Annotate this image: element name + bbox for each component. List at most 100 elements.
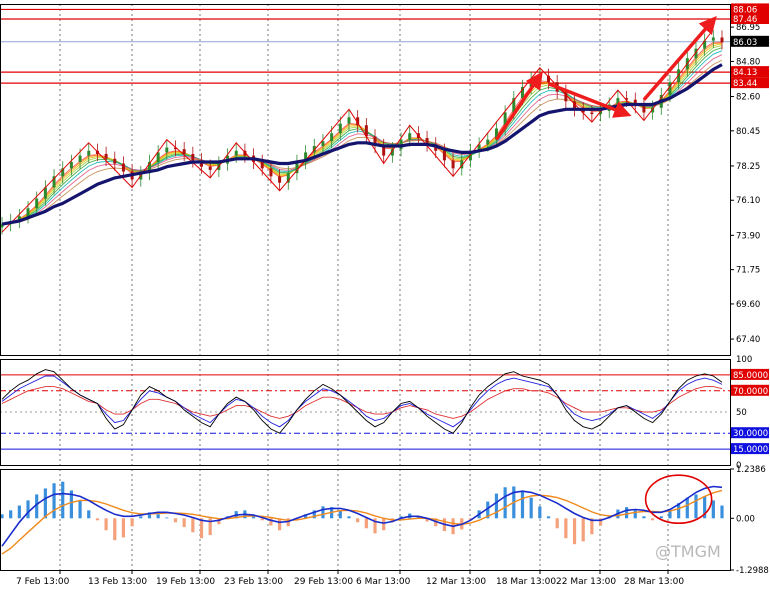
- candle-body: [78, 155, 82, 162]
- macd-histogram-bar: [9, 510, 13, 519]
- macd-histogram-bar: [87, 510, 91, 519]
- x-tick-label: 13 Feb 13:00: [88, 577, 147, 587]
- candle-body: [486, 139, 490, 145]
- macd-histogram-bar: [694, 494, 698, 519]
- macd-histogram-bar: [95, 518, 100, 521]
- candle-body: [35, 198, 39, 209]
- macd-histogram-bar: [43, 488, 47, 519]
- candle-body: [26, 208, 30, 217]
- macd-histogram-bar: [61, 481, 65, 519]
- watermark: @TMGM: [655, 542, 721, 561]
- candle-body: [408, 133, 412, 140]
- macd-histogram-bar: [182, 518, 186, 528]
- macd-histogram-bar: [564, 518, 568, 539]
- chart-window: 86.95 84.80 82.60 80.45 78.25 76.10 73.90 71.75…: [0, 0, 770, 590]
- macd-histogram-bar: [356, 518, 360, 523]
- macd-histogram-bar: [546, 516, 551, 519]
- macd-histogram-bar: [364, 518, 368, 529]
- macd-histogram-bar: [503, 487, 507, 519]
- x-tick-label: 7 Feb 13:00: [16, 577, 70, 587]
- macd-histogram-bar: [17, 505, 21, 519]
- candle-body: [338, 123, 342, 134]
- macd-histogram-bar: [52, 483, 56, 519]
- price-tick-label: 82.60: [736, 93, 760, 103]
- candle-body: [104, 153, 108, 159]
- x-tick-label: 22 Mar 13:00: [556, 577, 616, 587]
- price-tick-label: 80.45: [736, 127, 760, 137]
- macd-tick-label: -1.2988: [736, 566, 769, 576]
- macd-tick-label: 0.00: [736, 514, 755, 524]
- osc-tick-label: 50: [736, 408, 747, 418]
- macd-histogram-bar: [277, 518, 282, 531]
- macd-histogram-bar: [156, 514, 160, 519]
- candle-body: [165, 147, 169, 153]
- candle-body: [234, 150, 238, 156]
- candle-body: [260, 161, 264, 169]
- level-tag-label: 87.46: [733, 15, 757, 25]
- macd-histogram-bar: [659, 516, 663, 519]
- price-tick-label: 67.40: [736, 335, 760, 345]
- macd-histogram-bar: [651, 518, 655, 521]
- macd-histogram-bar: [104, 518, 108, 531]
- macd-histogram-bar: [113, 518, 117, 541]
- candle-body: [278, 176, 282, 183]
- macd-histogram-bar: [173, 518, 178, 523]
- candle-body: [208, 166, 212, 170]
- x-tick-label: 23 Feb 13:00: [224, 577, 283, 587]
- candle-body: [269, 168, 273, 177]
- macd-histogram-bar: [538, 506, 542, 519]
- price-tick-label: 84.80: [736, 57, 760, 67]
- macd-histogram-bar: [347, 516, 351, 519]
- macd-histogram-bar: [555, 518, 559, 529]
- macd-histogram-bar: [130, 518, 134, 527]
- level-tag-label: 83.44: [733, 79, 757, 89]
- price-tick-label: 69.60: [736, 300, 760, 310]
- macd-histogram-bar: [26, 500, 30, 519]
- macd-tick-label: 1.2386: [736, 465, 766, 475]
- macd-histogram-bar: [494, 493, 499, 519]
- osc-level-tag-label: 30.0000: [733, 429, 768, 439]
- macd-histogram-bar: [321, 506, 325, 519]
- candle-body: [69, 161, 73, 169]
- macd-histogram-bar: [78, 500, 82, 519]
- candle-body: [451, 160, 455, 169]
- candle-body: [442, 150, 446, 161]
- candle-body: [330, 133, 334, 142]
- price-tick-label: 76.10: [736, 196, 760, 206]
- x-tick-label: 6 Mar 13:00: [356, 577, 411, 587]
- candle-body: [113, 158, 117, 164]
- x-tick-label: 29 Feb 13:00: [294, 577, 353, 587]
- macd-histogram-bar: [121, 518, 126, 538]
- x-tick-label: 28 Mar 13:00: [624, 577, 684, 587]
- watermark-text: @TMGM: [655, 542, 721, 561]
- candle-body: [121, 163, 125, 172]
- x-tick-label: 19 Feb 13:00: [156, 577, 215, 587]
- candle-body: [590, 112, 594, 115]
- candle-body: [642, 106, 646, 113]
- macd-histogram-bar: [191, 518, 195, 533]
- macd-histogram-bar: [711, 500, 715, 519]
- level-tag-label: 86.03: [733, 38, 757, 48]
- osc-tick-label: 100: [736, 355, 752, 365]
- macd-histogram-bar: [382, 518, 386, 531]
- osc-level-tag-label: 70.0000: [733, 387, 768, 397]
- candle-body: [182, 149, 186, 154]
- osc-level-tag-label: 85.0000: [733, 371, 768, 381]
- candle-body: [616, 98, 620, 105]
- candle-body: [668, 82, 672, 95]
- x-tick-label: 12 Mar 13:00: [426, 577, 486, 587]
- macd-histogram-bar: [572, 518, 577, 545]
- candle-body: [87, 150, 91, 156]
- macd-histogram-bar: [139, 516, 143, 519]
- level-tag-label: 84.13: [733, 68, 757, 78]
- x-tick-label: 18 Mar 13:00: [496, 577, 556, 587]
- macd-histogram-bar: [529, 497, 533, 519]
- macd-histogram-bar: [338, 511, 342, 519]
- macd-histogram-bar: [685, 497, 689, 519]
- macd-histogram-bar: [720, 505, 724, 519]
- candle-body: [321, 141, 325, 146]
- macd-histogram-bar: [581, 518, 585, 542]
- price-tick-label: 73.90: [736, 231, 760, 241]
- chart-canvas[interactable]: 86.9584.8082.6080.4578.2576.1073.9071.75…: [0, 0, 770, 590]
- macd-histogram-bar: [642, 516, 646, 519]
